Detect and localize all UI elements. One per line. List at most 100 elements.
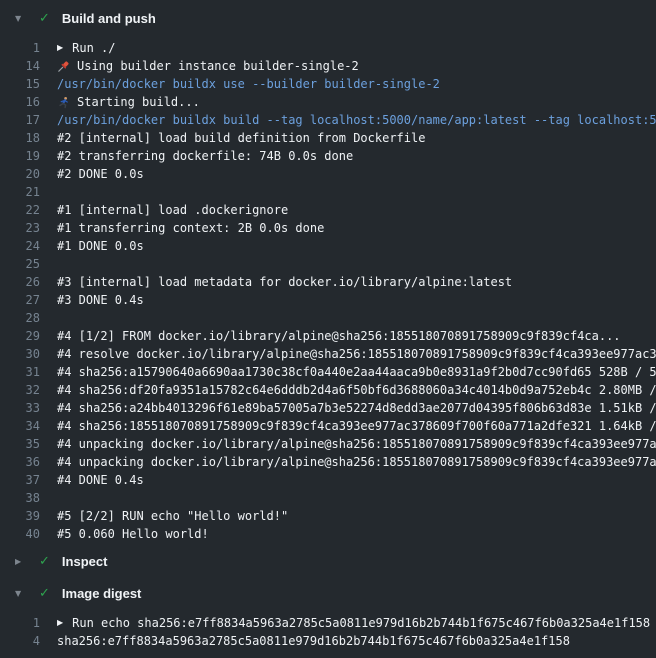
log-line[interactable]: 14Using builder instance builder-single-… bbox=[0, 57, 656, 75]
log-line[interactable]: 40 #5 0.060 Hello world! bbox=[0, 525, 656, 543]
log-line-text: #4 sha256:a15790640a6690aa1730c38cf0a440… bbox=[57, 363, 656, 381]
section-header-build-and-push[interactable]: ▼ ✓ Build and push bbox=[0, 2, 656, 34]
chevron-right-icon[interactable]: ▶ bbox=[15, 557, 27, 566]
log-line[interactable]: 1 ▶Run echo sha256:e7ff8834a5963a2785c5a0… bbox=[0, 614, 656, 632]
log-line-text: #5 0.060 Hello world! bbox=[57, 525, 656, 543]
log-line[interactable]: 15/usr/bin/docker buildx use --builder b… bbox=[0, 75, 656, 93]
log-line-text: ▶ Run ./ bbox=[57, 39, 656, 57]
log-text: sha256:e7ff8834a5963a2785c5a0811e979d16b… bbox=[57, 632, 570, 650]
log-line[interactable]: 24 #1 DONE 0.0s bbox=[0, 237, 656, 255]
log-line-text bbox=[57, 309, 656, 327]
line-number: 4 bbox=[0, 632, 40, 650]
log-line[interactable]: 4 sha256:e7ff8834a5963a2785c5a0811e979d16… bbox=[0, 632, 656, 650]
log-text: #4 resolve docker.io/library/alpine@sha2… bbox=[57, 345, 656, 363]
line-number: 1 bbox=[0, 614, 40, 632]
log-line[interactable]: 21 bbox=[0, 183, 656, 201]
log-line[interactable]: 30#4 resolve docker.io/library/alpine@sh… bbox=[0, 345, 656, 363]
log-text: #4 unpacking docker.io/library/alpine@sh… bbox=[57, 435, 656, 453]
log-line-text: /usr/bin/docker buildx build --tag local… bbox=[57, 111, 656, 129]
line-number: 15 bbox=[0, 75, 40, 93]
line-number: 36 bbox=[0, 453, 40, 471]
line-number: 35 bbox=[0, 435, 40, 453]
line-number: 37 bbox=[0, 471, 40, 489]
log-line[interactable]: 33 #4 sha256:a24bb4013296f61e89ba57005a7b… bbox=[0, 399, 656, 417]
log-line[interactable]: 35 #4 unpacking docker.io/library/alpine@… bbox=[0, 435, 656, 453]
log-line-text: #4 sha256:a24bb4013296f61e89ba57005a7b3e… bbox=[57, 399, 656, 417]
log-section-build-and-push: ▼ ✓ Build and push 1▶Run ./14Using build… bbox=[0, 2, 656, 545]
log-line[interactable]: 22#1 [internal] load .dockerignore bbox=[0, 201, 656, 219]
log-section-inspect: ▶ ✓ Inspect bbox=[0, 545, 656, 577]
log-text: #4 sha256:a24bb4013296f61e89ba57005a7b3e… bbox=[57, 399, 656, 417]
log-line-text: ▶Run echo sha256:e7ff8834a5963a2785c5a08… bbox=[57, 614, 656, 632]
section-header-image-digest[interactable]: ▼ ✓ Image digest bbox=[0, 577, 656, 609]
chevron-down-icon[interactable]: ▼ bbox=[15, 589, 27, 598]
line-number: 26 bbox=[0, 273, 40, 291]
expand-run-icon[interactable]: ▶ bbox=[57, 39, 63, 57]
log-line[interactable]: 38 bbox=[0, 489, 656, 507]
log-line[interactable]: 32#4 sha256:df20fa9351a15782c64e6dddb2d4… bbox=[0, 381, 656, 399]
log-line-text: Starting build... bbox=[57, 93, 656, 111]
log-line-text: #4 unpacking docker.io/library/alpine@sh… bbox=[57, 435, 656, 453]
log-line-text bbox=[57, 489, 656, 507]
log-text: #1 [internal] load .dockerignore bbox=[57, 201, 288, 219]
log-line[interactable]: 16Starting build... bbox=[0, 93, 656, 111]
section-title: Build and push bbox=[62, 11, 156, 26]
log-text: #4 DONE 0.4s bbox=[57, 471, 144, 489]
log-text: #2 DONE 0.0s bbox=[57, 165, 144, 183]
log-line-text: #1 DONE 0.0s bbox=[57, 237, 656, 255]
log-line[interactable]: 31 #4 sha256:a15790640a6690aa1730c38cf0a4… bbox=[0, 363, 656, 381]
line-number: 31 bbox=[0, 363, 40, 381]
log-line[interactable]: 29 #4 [1/2] FROM docker.io/library/alpine… bbox=[0, 327, 656, 345]
log-line[interactable]: 1▶Run ./ bbox=[0, 39, 656, 57]
line-number: 17 bbox=[0, 111, 40, 129]
log-line[interactable]: 19 #2 transferring dockerfile: 74B 0.0s d… bbox=[0, 147, 656, 165]
section-title: Image digest bbox=[62, 586, 141, 601]
log-line-text: #4 resolve docker.io/library/alpine@sha2… bbox=[57, 345, 656, 363]
pushpin-icon bbox=[57, 59, 71, 73]
log-line[interactable]: 18#2 [internal] load build definition fr… bbox=[0, 129, 656, 147]
line-number: 34 bbox=[0, 417, 40, 435]
log-text: #5 0.060 Hello world! bbox=[57, 525, 209, 543]
log-line-text: #1 transferring context: 2B 0.0s done bbox=[57, 219, 656, 237]
log-line-text: Using builder instance builder-single-2 bbox=[57, 57, 656, 75]
log-line-text: #1 [internal] load .dockerignore bbox=[57, 201, 656, 219]
line-number: 40 bbox=[0, 525, 40, 543]
log-line[interactable]: 39#5 [2/2] RUN echo "Hello world!" bbox=[0, 507, 656, 525]
log-text: #3 [internal] load metadata for docker.i… bbox=[57, 273, 512, 291]
log-text: Starting build... bbox=[77, 93, 200, 111]
log-text: #4 sha256:df20fa9351a15782c64e6dddb2d4a6… bbox=[57, 381, 656, 399]
log-line[interactable]: 23 #1 transferring context: 2B 0.0s done bbox=[0, 219, 656, 237]
log-line[interactable]: 26 #3 [internal] load metadata for docker… bbox=[0, 273, 656, 291]
log-line[interactable]: 34#4 sha256:185518070891758909c9f839cf4c… bbox=[0, 417, 656, 435]
line-number: 33 bbox=[0, 399, 40, 417]
log-line[interactable]: 20#2 DONE 0.0s bbox=[0, 165, 656, 183]
log-line-text: #4 [1/2] FROM docker.io/library/alpine@s… bbox=[57, 327, 656, 345]
log-line[interactable]: 28 bbox=[0, 309, 656, 327]
expand-run-icon[interactable]: ▶ bbox=[57, 614, 63, 632]
log-text: #5 [2/2] RUN echo "Hello world!" bbox=[57, 507, 288, 525]
line-number: 24 bbox=[0, 237, 40, 255]
log-text: /usr/bin/docker buildx use --builder bui… bbox=[57, 75, 440, 93]
log-text: Run ./ bbox=[72, 39, 115, 57]
log-line-text: #2 [internal] load build definition from… bbox=[57, 129, 656, 147]
log-line-text: #4 unpacking docker.io/library/alpine@sh… bbox=[57, 453, 656, 471]
log-line[interactable]: 36 #4 unpacking docker.io/library/alpine@… bbox=[0, 453, 656, 471]
log-line-text: /usr/bin/docker buildx use --builder bui… bbox=[57, 75, 656, 93]
log-line[interactable]: 25 bbox=[0, 255, 656, 273]
log-section-image-digest: ▼ ✓ Image digest 1 ▶Run echo sha256:e7ff8… bbox=[0, 577, 656, 652]
log-text: #1 transferring context: 2B 0.0s done bbox=[57, 219, 324, 237]
line-number: 29 bbox=[0, 327, 40, 345]
log-line[interactable]: 37 #4 DONE 0.4s bbox=[0, 471, 656, 489]
section-header-inspect[interactable]: ▶ ✓ Inspect bbox=[0, 545, 656, 577]
log-line-text: #2 DONE 0.0s bbox=[57, 165, 656, 183]
log-text: #2 transferring dockerfile: 74B 0.0s don… bbox=[57, 147, 353, 165]
line-number: 21 bbox=[0, 183, 40, 201]
log-line[interactable]: 17/usr/bin/docker buildx build --tag loc… bbox=[0, 111, 656, 129]
line-number: 28 bbox=[0, 309, 40, 327]
line-number: 23 bbox=[0, 219, 40, 237]
log-line-text: #4 sha256:df20fa9351a15782c64e6dddb2d4a6… bbox=[57, 381, 656, 399]
line-number: 27 bbox=[0, 291, 40, 309]
chevron-down-icon[interactable]: ▼ bbox=[15, 14, 27, 23]
line-number: 19 bbox=[0, 147, 40, 165]
log-line[interactable]: 27#3 DONE 0.4s bbox=[0, 291, 656, 309]
